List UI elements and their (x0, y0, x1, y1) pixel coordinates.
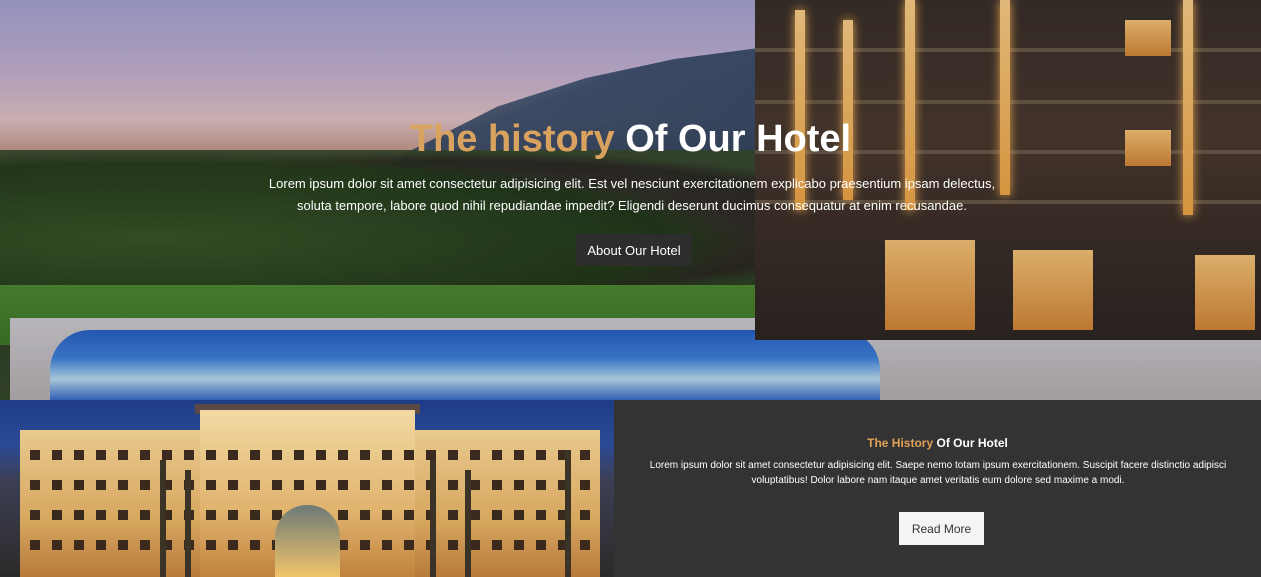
info-title: The History Of Our Hotel (614, 436, 1261, 450)
info-title-accent: The History (867, 436, 934, 450)
about-our-hotel-button[interactable]: About Our Hotel (576, 234, 692, 266)
hero-title: The history Of Our Hotel (0, 118, 1261, 161)
hotel-entrance (275, 505, 340, 577)
info-title-rest: Of Our Hotel (936, 436, 1008, 450)
read-more-button[interactable]: Read More (899, 512, 984, 545)
hero-title-accent: The history (409, 118, 615, 160)
hotel-night-image (0, 400, 614, 577)
hero-section: The history Of Our Hotel Lorem ipsum dol… (0, 0, 1261, 400)
hero-title-rest: Of Our Hotel (625, 118, 852, 160)
hero-description: Lorem ipsum dolor sit amet consectetur a… (268, 176, 996, 213)
history-info-panel: The History Of Our Hotel Lorem ipsum dol… (614, 400, 1261, 577)
info-description: Lorem ipsum dolor sit amet consectetur a… (649, 460, 1227, 486)
